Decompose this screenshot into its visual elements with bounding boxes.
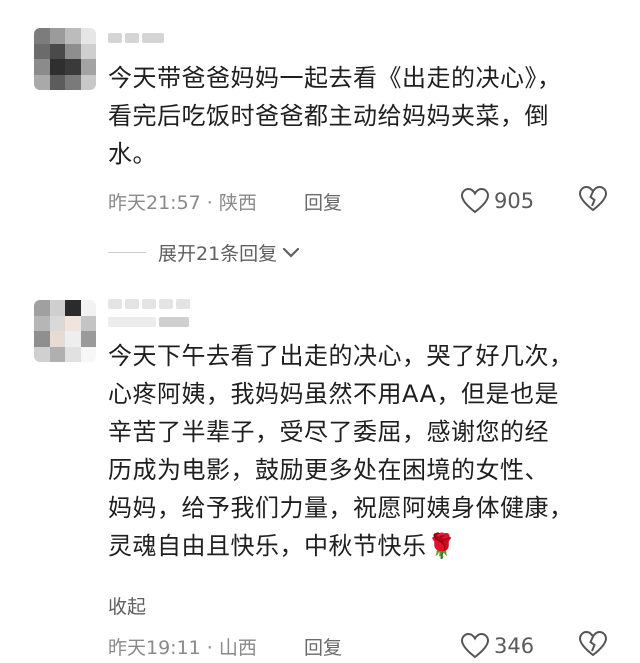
like-count: 346 (494, 634, 535, 658)
heart-outline-icon (460, 187, 490, 214)
dislike-button[interactable] (578, 630, 608, 663)
comment-text: 今天带爸爸妈妈一起去看《出走的决心》， 看完后吃饭时爸爸都主动给妈妈夹菜，倒 水… (108, 64, 562, 168)
username-blurred[interactable] (108, 296, 190, 312)
rose-icon: 🌹 (426, 532, 457, 560)
comment-time-location: 昨天21:57 · 陕西 (108, 191, 257, 214)
like-button[interactable]: 905 (460, 187, 534, 215)
avatar[interactable] (34, 300, 96, 362)
comment-meta: 昨天21:57 · 陕西 回复 905 (108, 185, 608, 218)
divider (108, 251, 146, 253)
avatar[interactable] (34, 28, 96, 90)
expand-replies-button[interactable]: 展开21条回复 (108, 237, 301, 267)
like-button[interactable]: 346 (460, 632, 534, 660)
comment-time-location: 昨天19:11 · 山西 (108, 636, 257, 659)
comment-body: 今天下午去看了出走的决心，哭了好几次， 心疼阿姨，我妈妈虽然不用AA，但是也是 … (108, 342, 574, 560)
dislike-button[interactable] (578, 185, 608, 218)
reply-button[interactable]: 回复 (304, 188, 342, 215)
username-blurred-line (108, 314, 189, 330)
heart-outline-icon (460, 632, 490, 659)
collapse-button[interactable]: 收起 (108, 592, 146, 619)
broken-heart-icon (578, 630, 608, 656)
chevron-down-icon (283, 247, 300, 258)
like-count: 905 (494, 189, 535, 213)
username-blurred[interactable] (108, 30, 164, 46)
comment-meta: 昨天19:11 · 山西 回复 346 (108, 630, 608, 663)
comment-text: 今天下午去看了出走的决心，哭了好几次， 心疼阿姨，我妈妈虽然不用AA，但是也是 … (108, 337, 608, 565)
expand-replies-label: 展开21条回复 (158, 242, 278, 265)
reply-button[interactable]: 回复 (304, 633, 342, 660)
broken-heart-icon (578, 185, 608, 211)
